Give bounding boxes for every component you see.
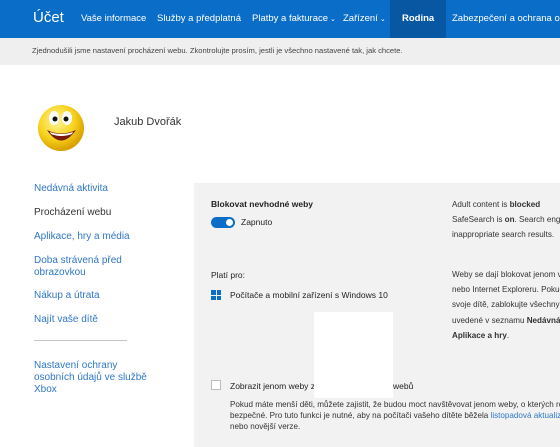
note-line-3: nebo novější verze. — [230, 422, 301, 431]
sidebar-item-web-browsing[interactable]: Procházení webu — [34, 207, 159, 219]
adult-content-status: Adult content is blocked — [452, 200, 541, 209]
sidebar-item-find-child[interactable]: Najít vaše dítě — [34, 314, 159, 326]
redacted-area — [314, 312, 393, 398]
info-line-4: uvedené v seznamu Nedávná — [452, 316, 560, 325]
windows-logo-icon — [211, 290, 221, 300]
november-update-link[interactable]: listopadová aktualiz — [491, 411, 560, 420]
search-results-text: inappropriate search results. — [452, 230, 555, 239]
nav-your-info[interactable]: Vaše informace — [81, 13, 146, 24]
nav-services[interactable]: Služby a předplatná — [157, 13, 241, 24]
nav-family[interactable]: Rodina — [390, 0, 447, 38]
brand-account-link[interactable]: Účet — [33, 9, 64, 26]
smiley-avatar-icon — [38, 105, 84, 151]
info-banner: Zjednodušili jsme nastavení procházení w… — [0, 38, 560, 65]
sidebar-item-screen-time[interactable]: Doba strávená před obrazovkou — [34, 255, 134, 279]
sidebar-divider — [34, 340, 127, 341]
info-line-5: Aplikace a hry. — [452, 331, 510, 340]
info-line-1: Weby se dají blokovat jenom v — [452, 270, 560, 279]
nav-devices[interactable]: Zařízení ⌄ — [343, 13, 386, 24]
sidebar-item-apps-games[interactable]: Aplikace, hry a média — [34, 231, 159, 243]
allowed-sites-only-checkbox[interactable] — [211, 380, 221, 390]
block-sites-toggle[interactable] — [211, 217, 235, 228]
note-line-2: bezpečné. Pro tuto funkci je nutné, aby … — [230, 411, 560, 420]
safesearch-status: SafeSearch is on. Search engin — [452, 215, 560, 224]
allowed-sites-only-label-end: webů — [393, 381, 414, 391]
nav-security-privacy[interactable]: Zabezpečení a ochrana osobn — [452, 13, 560, 24]
profile-name: Jakub Dvořák — [114, 116, 182, 128]
top-nav: Účet Vaše informace Služby a předplatná … — [0, 0, 560, 38]
nav-payments[interactable]: Platby a fakturace ⌄ — [252, 13, 336, 24]
device-label: Počítače a mobilní zařízení s Windows 10 — [230, 290, 388, 300]
sidebar-item-purchases[interactable]: Nákup a útrata — [34, 290, 159, 302]
toggle-state-label: Zapnuto — [241, 217, 273, 227]
chevron-down-icon: ⌄ — [379, 16, 386, 23]
banner-text: Zjednodušili jsme nastavení procházení w… — [32, 46, 403, 55]
note-line-1: Pokud máte menší děti, můžete zajistit, … — [230, 400, 560, 409]
info-line-3: svoje dítě, zablokujte všechny — [452, 300, 560, 309]
sidebar-item-xbox-privacy[interactable]: Nastavení ochrany osobních údajů ve služ… — [34, 360, 159, 396]
info-line-2: nebo Internet Exploreru. Pokuc — [452, 285, 560, 294]
chevron-down-icon: ⌄ — [330, 16, 336, 23]
sidebar-item-recent-activity[interactable]: Nedávná aktivita — [34, 183, 159, 195]
block-sites-title: Blokovat nevhodné weby — [211, 199, 314, 209]
applies-to-title: Platí pro: — [211, 270, 246, 280]
allowed-sites-only-label-start: Zobrazit jenom weby ze — [230, 381, 320, 391]
